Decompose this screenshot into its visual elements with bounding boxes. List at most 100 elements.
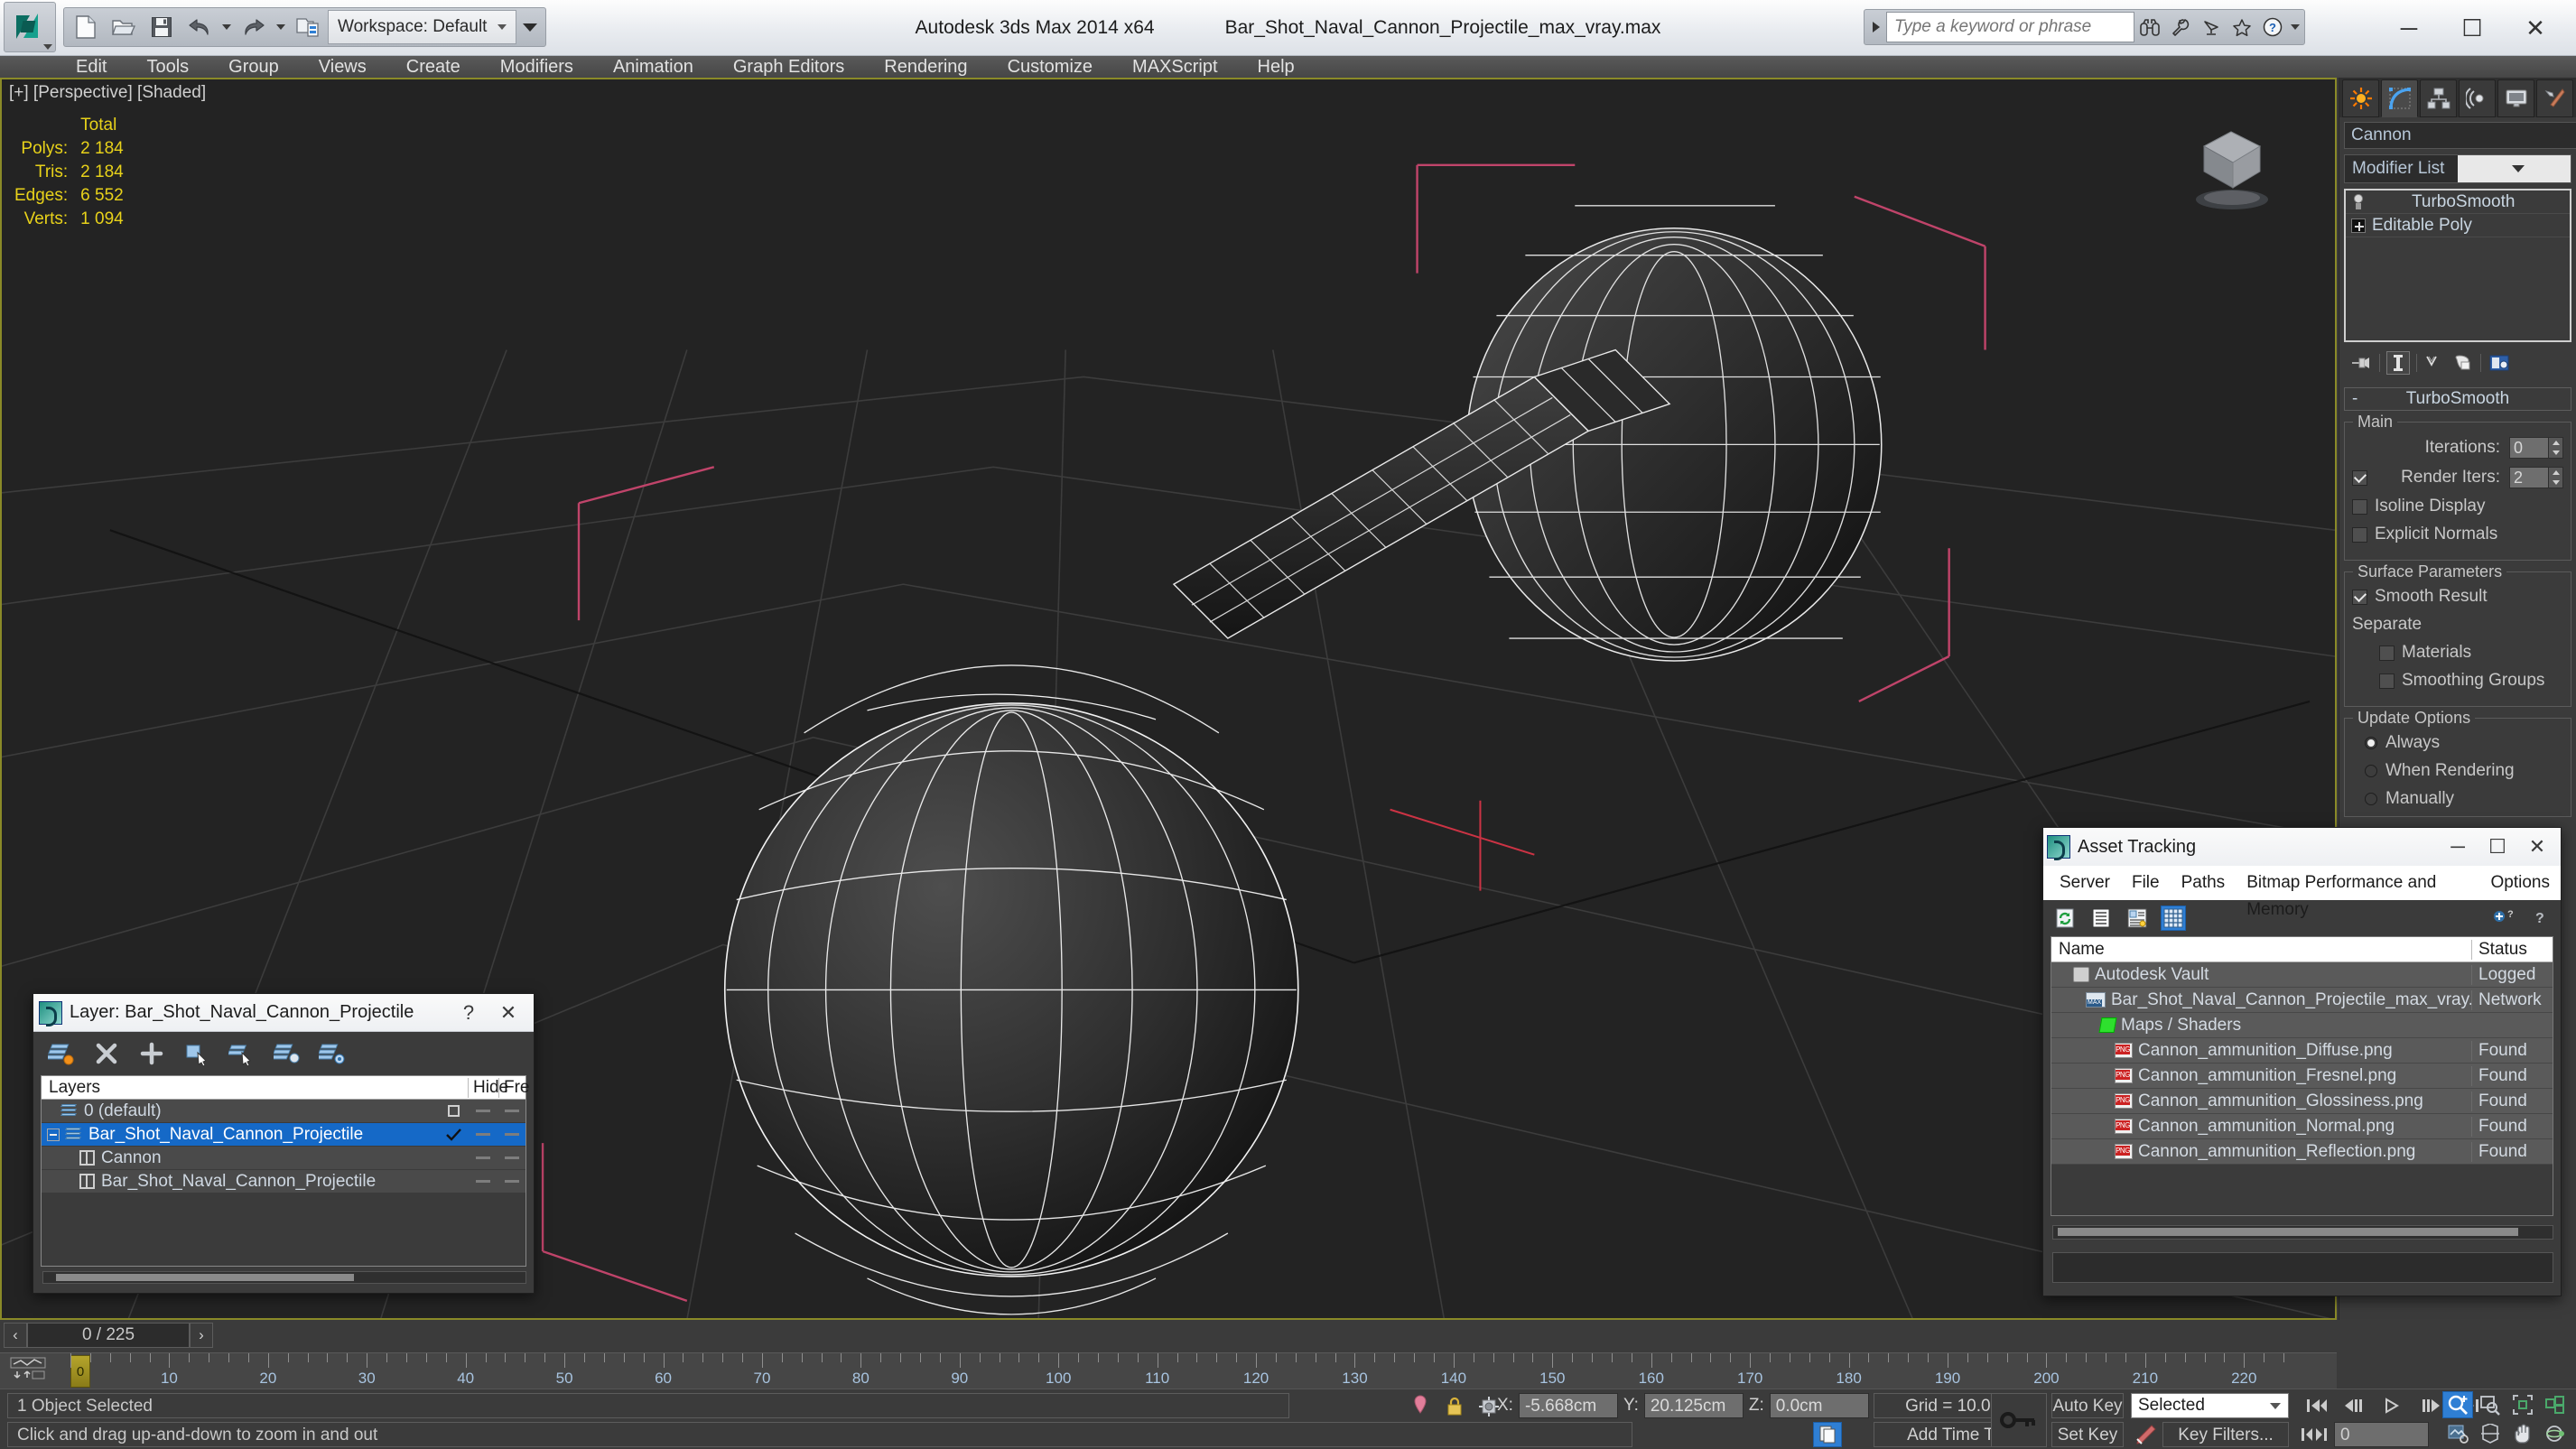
smoothing-groups-checkbox[interactable] [2379, 673, 2395, 689]
set-key-pen-icon[interactable] [2131, 1422, 2160, 1447]
current-frame-display[interactable]: 0 / 225 [27, 1323, 190, 1348]
layer-row-default[interactable]: 0 (default) [42, 1100, 525, 1123]
zoom-region-icon[interactable] [2475, 1391, 2506, 1418]
select-highlighted-icon[interactable] [227, 1039, 257, 1068]
maximize-button[interactable]: ☐ [2441, 0, 2504, 56]
next-frame-button[interactable]: › [190, 1323, 213, 1348]
layer-properties-icon[interactable] [317, 1039, 348, 1068]
delete-layer-icon[interactable] [91, 1039, 122, 1068]
freeze-toggle[interactable] [498, 1110, 525, 1112]
asset-list-horizontal-scrollbar[interactable] [2052, 1225, 2553, 1240]
layer-list[interactable]: Layers Hide Fre 0 (default) Bar_Shot_Nav… [41, 1075, 530, 1267]
key-filters-button[interactable]: Key Filters... [2162, 1422, 2289, 1447]
materials-row[interactable]: Materials [2352, 643, 2563, 663]
menu-item-rendering[interactable]: Rendering [864, 56, 987, 78]
iterations-spinner[interactable] [2509, 437, 2563, 459]
radio-always[interactable] [2365, 737, 2377, 749]
menu-item-help[interactable]: Help [1238, 56, 1315, 78]
key-step-icon[interactable] [2298, 1422, 2330, 1447]
render-iters-input[interactable] [2509, 467, 2549, 488]
asset-row-maxfile[interactable]: Bar_Shot_Naval_Cannon_Projectile_max_vra… [2051, 988, 2553, 1013]
update-option-always[interactable]: Always [2352, 733, 2563, 753]
freeze-toggle[interactable] [498, 1156, 525, 1159]
display-tab-icon[interactable] [2497, 79, 2534, 117]
x-field[interactable]: -5.668cm [1518, 1393, 1618, 1418]
project-folder-icon[interactable] [290, 10, 326, 44]
zoom-extents-icon[interactable] [2507, 1391, 2538, 1418]
render-iters-spinner[interactable] [2509, 467, 2563, 488]
viewcube-icon[interactable] [2177, 116, 2285, 215]
previous-frame-icon[interactable] [2339, 1393, 2371, 1418]
freeze-toggle[interactable] [498, 1133, 525, 1136]
orbit-icon[interactable] [2540, 1420, 2571, 1447]
y-field[interactable]: 20.125cm [1643, 1393, 1744, 1418]
zoom-icon[interactable] [2442, 1391, 2473, 1418]
key-mode-selector[interactable]: Selected [2131, 1393, 2289, 1418]
render-iters-checkbox[interactable] [2352, 469, 2367, 486]
plus-box-icon[interactable] [2351, 218, 2366, 233]
modify-tab-icon[interactable] [2381, 79, 2418, 117]
quick-access-overflow-button[interactable] [518, 10, 542, 44]
asset-minimize-button[interactable]: ─ [2438, 829, 2478, 865]
isoline-display-row[interactable]: Isoline Display [2352, 497, 2563, 516]
pin-stack-icon[interactable] [2349, 351, 2373, 375]
layer-row-cannon[interactable]: Cannon [42, 1147, 525, 1170]
materials-checkbox[interactable] [2379, 645, 2395, 661]
spinner-buttons[interactable] [2549, 437, 2563, 459]
help-icon[interactable]: ? [2526, 906, 2552, 931]
freeze-toggle[interactable] [498, 1180, 525, 1183]
auto-key-button[interactable]: Auto Key [2051, 1393, 2124, 1418]
refresh-icon[interactable] [2052, 906, 2078, 931]
help-dropdown-icon[interactable] [2291, 24, 2300, 30]
menu-item-views[interactable]: Views [299, 56, 386, 78]
asset-tracking-dialog[interactable]: Asset Tracking ─ ☐ ✕ Server File Paths Bitm… [2042, 827, 2562, 1296]
menu-item-edit[interactable]: Edit [56, 56, 126, 78]
menu-item-tools[interactable]: Tools [126, 56, 209, 78]
asset-menu-server[interactable]: Server [2049, 869, 2121, 896]
play-icon[interactable] [2376, 1393, 2409, 1418]
spinner-buttons[interactable] [2549, 467, 2563, 488]
star-icon[interactable] [2227, 11, 2257, 43]
chevron-down-icon[interactable] [2458, 155, 2571, 182]
smooth-result-checkbox[interactable] [2352, 589, 2367, 605]
undo-icon[interactable] [181, 10, 218, 44]
current-layer-box[interactable] [439, 1105, 468, 1117]
time-slider-handle[interactable]: 0 [70, 1355, 90, 1388]
field-of-view-icon[interactable] [2442, 1420, 2473, 1447]
light-bulb-icon[interactable] [2351, 193, 2366, 210]
time-tag-icon[interactable] [1813, 1422, 1842, 1447]
asset-maximize-button[interactable]: ☐ [2478, 829, 2517, 865]
make-unique-icon[interactable] [2423, 351, 2447, 375]
search-input[interactable] [1886, 12, 2134, 42]
asset-row-glossiness[interactable]: Cannon_ammunition_Glossiness.png Found [2051, 1089, 2553, 1114]
modifier-stack[interactable]: TurboSmooth Editable Poly [2344, 189, 2571, 342]
asset-menu-bitmap-performance-and-memory[interactable]: Bitmap Performance and Memory [2236, 869, 2479, 919]
application-menu-button[interactable] [4, 2, 56, 52]
menu-item-graph-editors[interactable]: Graph Editors [713, 56, 864, 78]
asset-row-reflection[interactable]: Cannon_ammunition_Reflection.png Found [2051, 1139, 2553, 1165]
pan-icon[interactable] [2507, 1420, 2538, 1447]
asset-row-maps-shaders[interactable]: Maps / Shaders [2051, 1013, 2553, 1038]
binoculars-icon[interactable] [2134, 11, 2165, 43]
highlight-selected-icon[interactable] [272, 1039, 302, 1068]
menu-item-create[interactable]: Create [386, 56, 480, 78]
smooth-result-row[interactable]: Smooth Result [2352, 587, 2563, 607]
menu-item-customize[interactable]: Customize [988, 56, 1112, 78]
satellite-dish-icon[interactable] [2196, 11, 2227, 43]
open-icon[interactable] [106, 10, 142, 44]
remove-modifier-icon[interactable] [2450, 351, 2474, 375]
pin-icon[interactable] [1409, 1395, 1432, 1418]
hide-toggle[interactable] [468, 1133, 498, 1136]
select-objects-icon[interactable] [181, 1039, 212, 1068]
close-button[interactable]: ✕ [2504, 0, 2567, 56]
add-help-icon[interactable]: ? [2490, 906, 2516, 931]
go-to-start-icon[interactable] [2301, 1393, 2333, 1418]
layer-dialog[interactable]: Layer: Bar_Shot_Naval_Cannon_Projectile … [33, 993, 535, 1294]
asset-menu-file[interactable]: File [2121, 869, 2171, 896]
modifier-stack-item-editable-poly[interactable]: Editable Poly [2346, 214, 2570, 237]
grid-view-icon[interactable] [2161, 906, 2186, 931]
asset-close-button[interactable]: ✕ [2517, 829, 2557, 865]
previous-frame-button[interactable]: ‹ [4, 1323, 27, 1348]
redo-icon[interactable] [236, 10, 272, 44]
detail-view-icon[interactable] [2125, 906, 2150, 931]
